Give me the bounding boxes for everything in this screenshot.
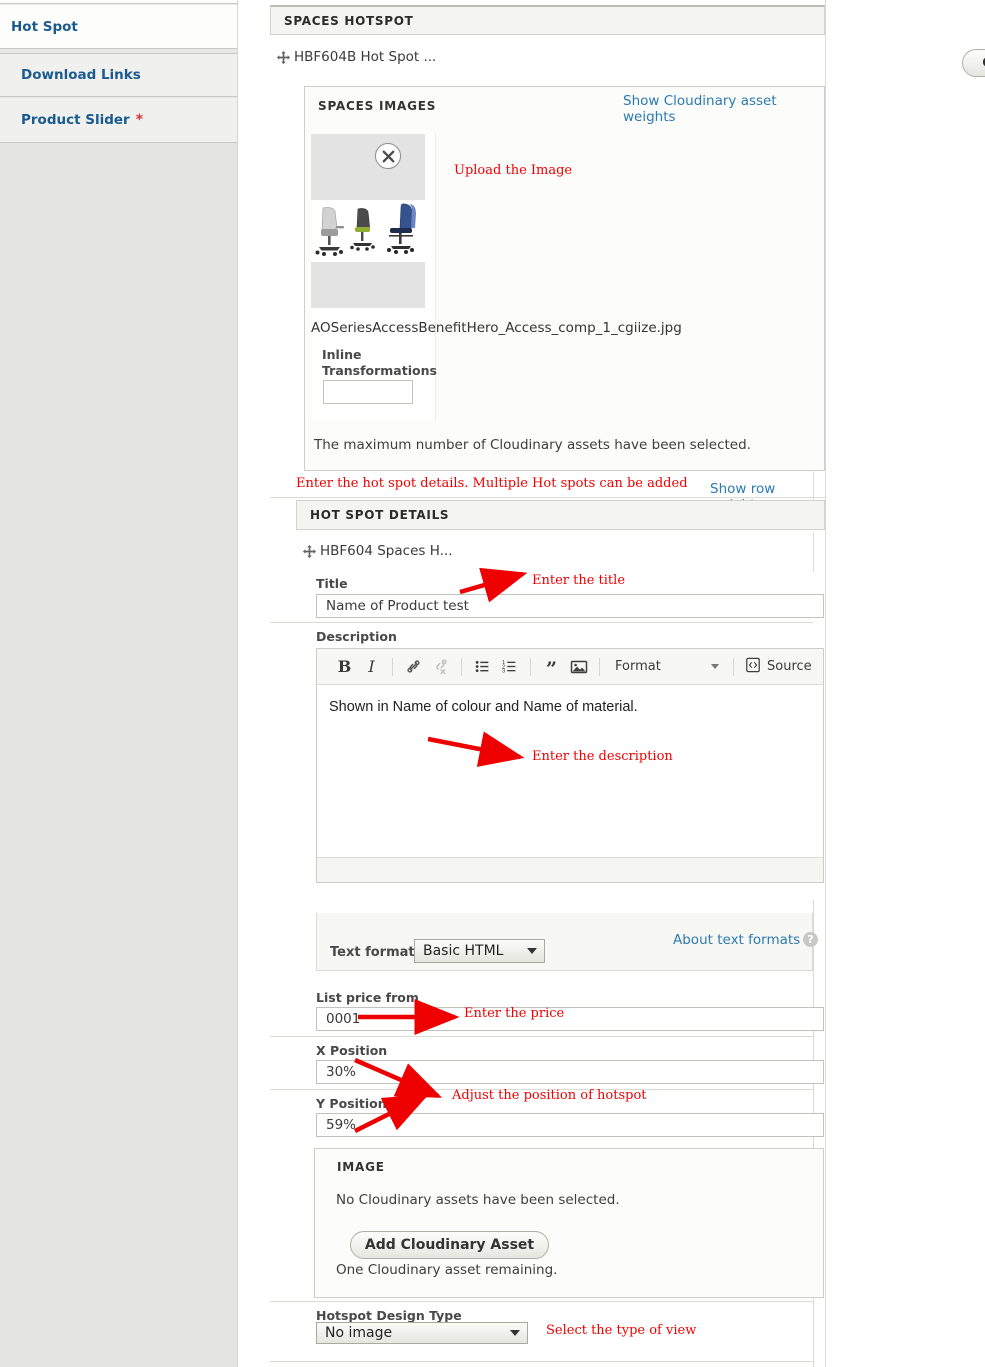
title-input[interactable] [316, 594, 824, 618]
sidebar-item-hot-spot[interactable]: Hot Spot [0, 5, 237, 49]
annotation-select-view-type: Select the type of view [546, 1323, 697, 1338]
description-label: Description [316, 629, 397, 644]
y-position-label: Y Position [316, 1096, 387, 1111]
chevron-down-icon [711, 664, 719, 669]
chevron-down-icon [527, 948, 537, 954]
remove-asset-icon[interactable] [375, 143, 401, 169]
asset-thumbnail[interactable] [311, 134, 425, 308]
section-title: SPACES HOTSPOT [284, 13, 414, 28]
max-assets-note: The maximum number of Cloudinary assets … [314, 437, 751, 453]
annotation-enter-price: Enter the price [464, 1006, 565, 1021]
x-position-input[interactable] [316, 1060, 824, 1084]
add-cloudinary-asset-label: Add Cloudinary Asset [364, 1237, 535, 1253]
required-marker-icon: * [135, 112, 144, 128]
sidebar-item-label: Hot Spot [11, 18, 78, 35]
text-format-select-value: Basic HTML [423, 943, 504, 959]
divider [270, 497, 825, 498]
toolbar-separator [461, 657, 462, 676]
title-label: Title [316, 576, 348, 591]
svg-text:3: 3 [502, 669, 505, 675]
asset-filename: AOSeriesAccessBenefitHero_Access_comp_1_… [311, 320, 682, 336]
annotation-adjust-position: Adjust the position of hotspot [452, 1088, 647, 1103]
unlink-icon [427, 654, 454, 680]
sidebar-item-label: Product Slider [21, 112, 130, 128]
no-assets-note: No Cloudinary assets have been selected. [336, 1192, 620, 1208]
sidebar-filler [0, 143, 237, 1367]
main-content: SPACES HOTSPOT HBF604B Hot Spot ... Coll… [270, 0, 985, 1367]
section-title: HOT SPOT DETAILS [310, 508, 450, 522]
editor-status-bar [317, 857, 823, 882]
link-icon[interactable] [400, 654, 427, 680]
spaces-images-legend: SPACES IMAGES [318, 99, 437, 113]
toolbar-separator [530, 657, 531, 676]
hotspot-design-type-value: No image [325, 1325, 393, 1341]
vertical-tabs-sidebar: Hot Spot Download Links Product Slider * [0, 0, 238, 1367]
hotspot-details-row-title: HBF604 Spaces H... [302, 543, 453, 559]
divider [270, 622, 813, 623]
toolbar-separator [392, 657, 393, 676]
divider-vertical [813, 470, 814, 500]
divider [270, 1301, 813, 1302]
editor-toolbar: B I 1 2 3 ” Format Source [317, 649, 823, 685]
description-editor: B I 1 2 3 ” Format Source Shown in Name … [316, 648, 824, 883]
format-dropdown[interactable]: Format [607, 655, 726, 679]
divider-vertical [813, 532, 814, 572]
image-icon[interactable] [565, 654, 592, 680]
italic-button[interactable]: I [358, 654, 385, 680]
inline-label-line1: Inline [322, 347, 362, 362]
add-cloudinary-asset-button[interactable]: Add Cloudinary Asset [350, 1231, 549, 1259]
annotation-enter-title: Enter the title [532, 573, 626, 588]
thumbnail-image [311, 200, 425, 262]
chevron-down-icon [510, 1330, 520, 1336]
description-editor-body[interactable]: Shown in Name of colour and Name of mate… [317, 685, 823, 847]
y-position-input[interactable] [316, 1113, 824, 1137]
show-cloudinary-asset-weights-link[interactable]: Show Cloudinary asset weights [623, 93, 826, 125]
inline-transformations-label: Inline Transformations [322, 347, 437, 379]
text-format-select[interactable]: Basic HTML [414, 939, 545, 963]
source-code-icon [745, 657, 761, 677]
divider [270, 1036, 813, 1037]
spaces-hotspot-section-header: SPACES HOTSPOT [270, 5, 825, 35]
annotation-hotspot-details: Enter the hot spot details. Multiple Hot… [296, 476, 688, 491]
hotspot-design-type-label: Hotspot Design Type [316, 1308, 462, 1323]
annotation-enter-description: Enter the description [532, 749, 673, 764]
hotspot-design-type-select[interactable]: No image [316, 1322, 528, 1344]
image-fieldset-legend: IMAGE [337, 1160, 385, 1174]
numbered-list-icon[interactable]: 1 2 3 [496, 654, 523, 680]
assets-remaining-note: One Cloudinary asset remaining. [336, 1262, 558, 1278]
inline-transformations-input[interactable] [323, 380, 413, 404]
toolbar-separator [599, 657, 600, 676]
text-format-label: Text format [330, 945, 415, 960]
format-dropdown-label: Format [615, 659, 661, 674]
divider [270, 1361, 813, 1362]
blockquote-icon[interactable]: ” [538, 651, 565, 682]
sidebar-item-label: Download Links [21, 67, 141, 83]
move-handle-icon[interactable] [276, 50, 291, 65]
content-right-rule [825, 0, 826, 1367]
bulleted-list-icon[interactable] [469, 654, 496, 680]
row-label: HBF604B Hot Spot ... [294, 49, 437, 65]
bold-button[interactable]: B [331, 654, 358, 680]
annotation-upload-image: Upload the Image [454, 163, 573, 178]
sidebar-item-product-slider[interactable]: Product Slider * [0, 98, 237, 143]
row-label: HBF604 Spaces H... [320, 543, 453, 559]
source-button[interactable]: Source [741, 657, 812, 677]
collapse-button[interactable]: Collapse [962, 49, 985, 77]
hotspot-details-section-header: HOT SPOT DETAILS [296, 500, 825, 530]
sidebar-top-edge [0, 0, 237, 4]
about-text-formats-link[interactable]: About text formats [673, 932, 800, 948]
list-price-label: List price from [316, 990, 419, 1005]
spaces-hotspot-row-title: HBF604B Hot Spot ... [276, 49, 436, 65]
list-price-input[interactable] [316, 1007, 824, 1031]
toolbar-separator [733, 657, 734, 676]
x-position-label: X Position [316, 1043, 388, 1058]
move-handle-icon[interactable] [302, 544, 317, 559]
inline-label-line2: Transformations [322, 363, 437, 378]
sidebar-item-download-links[interactable]: Download Links [0, 53, 237, 97]
help-circle-icon[interactable]: ? [803, 932, 818, 947]
source-button-label: Source [767, 659, 812, 674]
